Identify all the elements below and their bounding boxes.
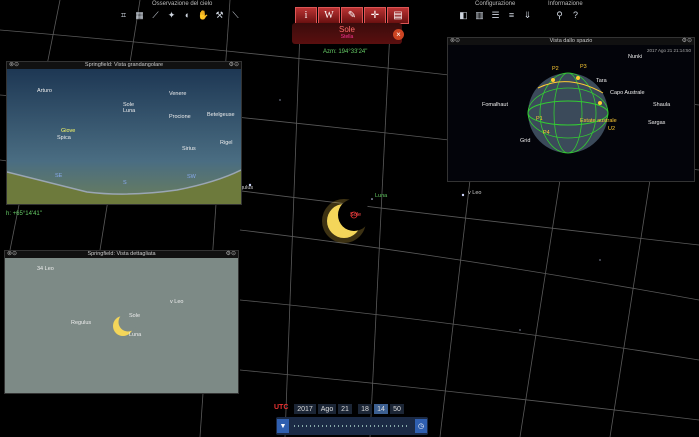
slider-track[interactable]: [294, 425, 410, 427]
sky-label-sole: Sole: [350, 212, 362, 218]
info-button[interactable]: i: [295, 7, 317, 24]
altitude-readout: h: +65°14'41": [6, 211, 42, 217]
minute-field[interactable]: 14: [374, 404, 388, 414]
clock-icon[interactable]: ◷: [415, 419, 427, 433]
wide-label: Arturo: [37, 88, 52, 94]
wiki-button[interactable]: W: [318, 7, 340, 24]
config-group-label: Configurazione: [475, 1, 516, 7]
wide-label: SW: [187, 174, 196, 180]
azimuth-readout: Azm: 194°33'24": [323, 49, 368, 55]
panel-close-icon[interactable]: ⊗⊝: [7, 251, 17, 258]
space-label: Shaula: [653, 102, 671, 108]
sky-label-vleo: v Leo: [468, 190, 482, 196]
space-label: P4: [543, 130, 550, 136]
wide-label: Betelgeuse: [207, 112, 235, 118]
download-icon[interactable]: ⇓: [521, 9, 534, 21]
constellation-icon[interactable]: ✦: [165, 9, 178, 21]
sun-eclipse-icon: [322, 199, 370, 243]
space-label: Fomalhaut: [482, 102, 508, 108]
hour-field[interactable]: 18: [358, 404, 372, 414]
sky-label-luna: Luna: [375, 193, 388, 199]
space-label: Nunki: [628, 54, 643, 60]
grid-icon[interactable]: ▦: [133, 9, 146, 21]
list-icon[interactable]: ≡: [505, 9, 518, 21]
detail-panel[interactable]: Springfield: Vista dettagliata ⊗⊝ ⚙⊝ 34 …: [4, 250, 239, 394]
detail-label: Regulus: [71, 320, 92, 326]
panel-settings-icon[interactable]: ⚙⊝: [229, 62, 239, 69]
chevron-down-icon[interactable]: ▼: [277, 419, 289, 433]
wide-angle-panel[interactable]: Springfield: Vista grandangolare ⊗⊝ ⚙⊝ A…: [6, 61, 242, 205]
selected-object-name: Sole: [338, 25, 355, 34]
sliders-icon[interactable]: ☰: [489, 9, 502, 21]
telescope-icon[interactable]: ⟋: [149, 9, 162, 21]
selected-object-box: Sole Stella: [292, 23, 402, 44]
space-label: P3: [580, 64, 587, 70]
day-field[interactable]: 21: [338, 404, 352, 414]
wide-label: Sirius: [182, 146, 196, 152]
space-label: P1: [536, 116, 543, 122]
second-field[interactable]: 50: [390, 404, 404, 414]
space-label: Tara: [596, 78, 607, 84]
space-view-title: Vista dallo spazio: [448, 38, 694, 45]
wide-label: Procione: [169, 114, 191, 120]
panel-settings-icon[interactable]: ⚙⊝: [682, 38, 692, 45]
help-icon[interactable]: ?: [569, 9, 582, 21]
box-icon[interactable]: ◧: [457, 9, 470, 21]
tool-icon[interactable]: ⚒: [213, 9, 226, 21]
panel-close-icon[interactable]: ⊗⊝: [9, 62, 19, 69]
center-target-icon[interactable]: ✛: [364, 7, 386, 24]
wide-label: Venere: [169, 91, 187, 97]
wide-label: S: [123, 180, 127, 186]
detail-title: Springfield: Vista dettagliata: [5, 251, 238, 258]
space-label: Grid: [520, 138, 531, 144]
earth-globe-icon: [527, 72, 609, 154]
info-group-label: Informazione: [548, 1, 583, 7]
hand-icon[interactable]: ✋: [197, 9, 210, 21]
space-label: U2: [608, 126, 616, 132]
top-toolbar: Osservazione del cielo Configurazione In…: [107, 0, 607, 24]
wide-label: Rigel: [220, 140, 233, 146]
wide-label: SE: [55, 173, 63, 179]
binoculars-icon[interactable]: ⌗: [117, 9, 130, 21]
pen-icon[interactable]: ✎: [341, 7, 363, 24]
space-label: Sargas: [648, 120, 666, 126]
ruler-icon[interactable]: ⟍: [229, 9, 242, 21]
selected-object-type: Stella: [340, 34, 354, 40]
planet-icon[interactable]: ◐: [181, 9, 194, 21]
wide-label: Spica: [57, 135, 71, 141]
detail-label: Luna: [129, 332, 142, 338]
year-field[interactable]: 2017: [294, 404, 316, 414]
detail-label: v Leo: [170, 299, 184, 305]
detail-label: Sole: [129, 313, 141, 319]
time-slider[interactable]: ▼ ◷: [276, 417, 428, 435]
close-icon[interactable]: ×: [393, 29, 404, 40]
wide-angle-title: Springfield: Vista grandangolare: [7, 62, 241, 69]
wide-label: Giove: [61, 128, 76, 134]
wide-label: Luna: [123, 108, 136, 114]
panel-close-icon[interactable]: ⊗⊝: [450, 38, 460, 45]
space-label: Capo Australe: [610, 90, 645, 96]
utc-label: UTC: [274, 404, 289, 411]
detail-label: 34 Leo: [37, 266, 54, 272]
sky-group-label: Osservazione del cielo: [152, 1, 213, 7]
space-timestamp: 2017 Ago 21 21:14:50: [646, 48, 691, 53]
space-label: P2: [552, 66, 559, 72]
chart-icon[interactable]: ▥: [473, 9, 486, 21]
panel-settings-icon[interactable]: ⚙⊝: [226, 251, 236, 258]
space-view-panel[interactable]: Vista dallo spazio ⊗⊝ ⚙⊝ 2017 Ago 21 21:…: [447, 37, 695, 182]
space-label: Estate australe: [580, 118, 617, 124]
search-icon[interactable]: ⚲: [553, 9, 566, 21]
window-icon[interactable]: ▤: [387, 7, 409, 24]
month-field[interactable]: Ago: [318, 404, 336, 414]
datetime-bar: UTC 2017 Ago 21 18 14 50 ▼ ◷: [274, 401, 428, 437]
